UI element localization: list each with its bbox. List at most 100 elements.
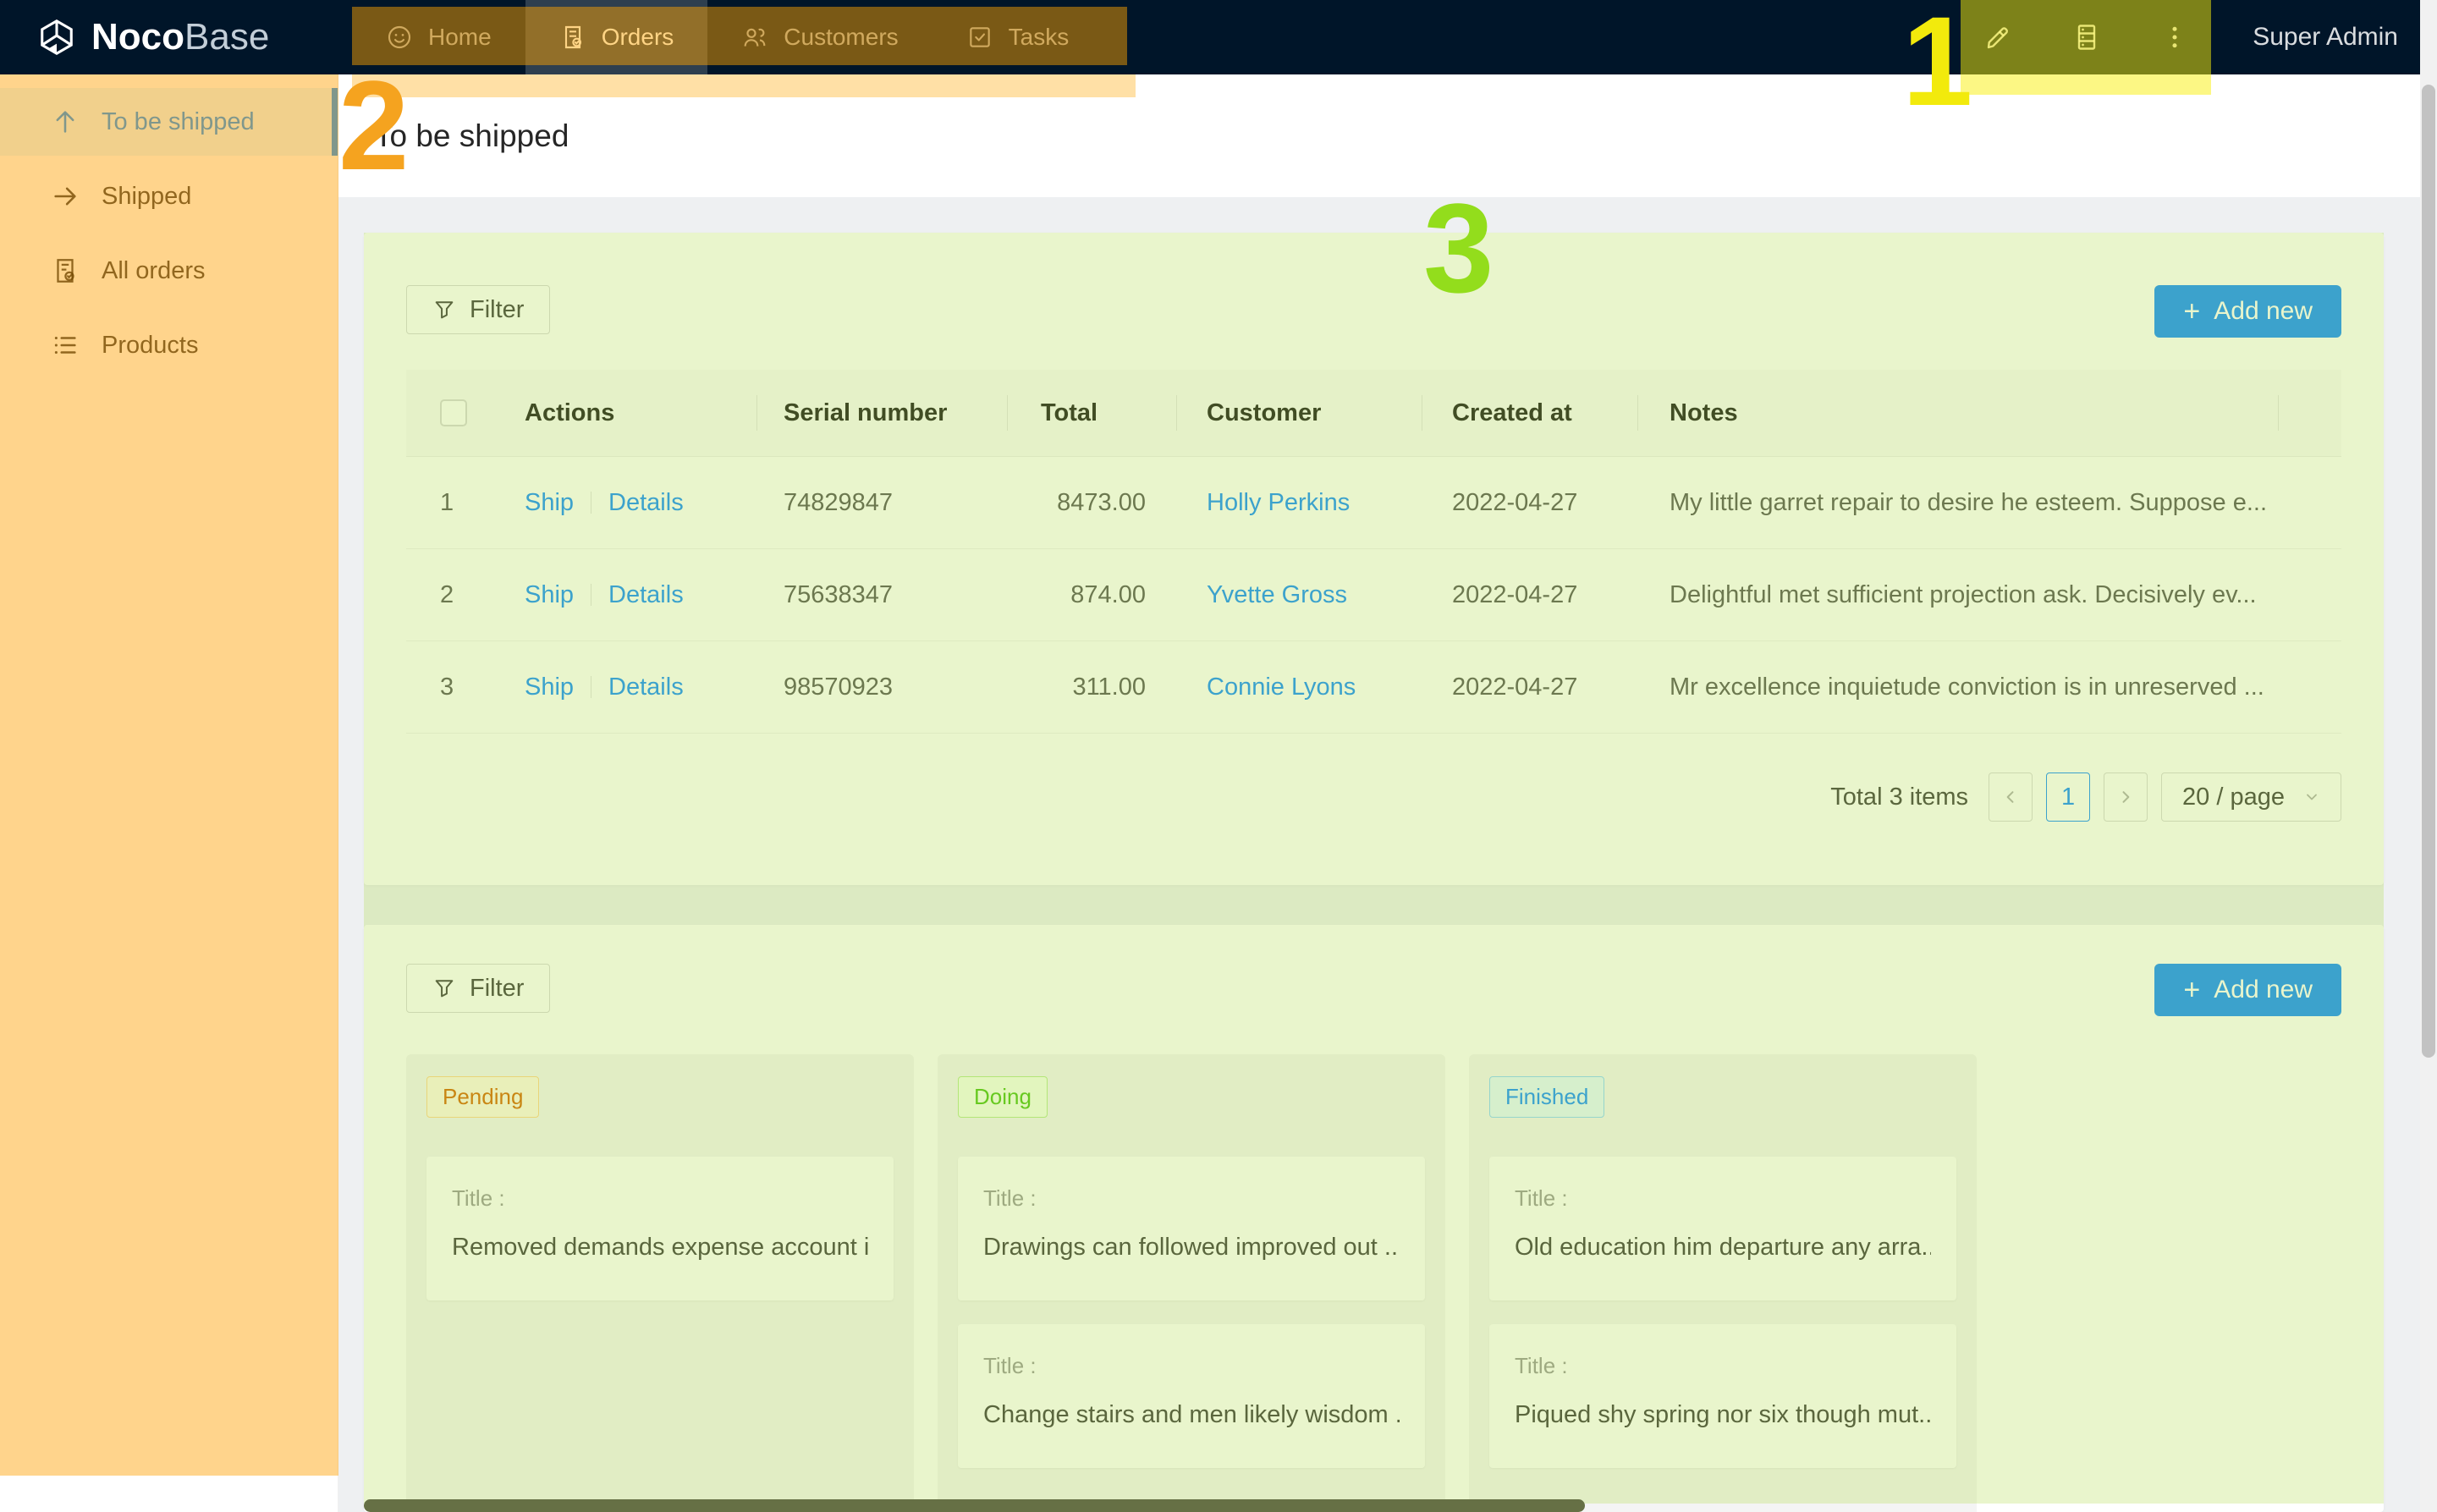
notes-cell: My little garret repair to desire he est…	[1637, 489, 2278, 517]
sidebar-item-products[interactable]: Products	[0, 311, 338, 379]
kanban-card[interactable]: Title : Drawings can followed improved o…	[958, 1157, 1425, 1300]
add-new-button[interactable]: + Add new	[2154, 285, 2341, 338]
menu-label: Customers	[784, 24, 898, 51]
sidebar-item-label: To be shipped	[102, 108, 255, 136]
col-header-created-at: Created at	[1422, 370, 1637, 456]
card-field-label: Title :	[983, 1353, 1400, 1379]
smile-icon	[386, 24, 413, 51]
col-header-customer: Customer	[1176, 370, 1422, 456]
kanban-column-pending: Pending Title : Removed demands expense …	[406, 1054, 914, 1512]
logo-text-noco: Noco	[91, 16, 184, 58]
customer-link[interactable]: Holly Perkins	[1207, 489, 1350, 516]
database-icon[interactable]	[2043, 0, 2131, 74]
card-title: Old education him departure any arra...	[1515, 1234, 1931, 1262]
main-menu: Home Orders Customers Tasks	[352, 0, 1103, 74]
menu-item-orders[interactable]: Orders	[525, 0, 708, 74]
card-field-label: Title :	[1515, 1185, 1931, 1212]
main-area: To be shipped Filter + Add new	[338, 74, 2420, 1512]
col-header-actions: Actions	[508, 370, 756, 456]
vertical-scrollbar[interactable]	[2420, 0, 2437, 1512]
card-field-label: Title :	[1515, 1353, 1931, 1379]
table-row: 1 Ship Details 74829847 8473.00 Holly Pe…	[406, 457, 2341, 549]
sidebar-item-label: Products	[102, 332, 198, 360]
menu-label: Orders	[602, 24, 674, 51]
status-badge: Finished	[1489, 1076, 1604, 1118]
ui-editor-highlighter-icon[interactable]	[1955, 0, 2043, 74]
details-link[interactable]: Details	[608, 674, 684, 701]
nocobase-logo-icon	[37, 18, 76, 57]
vertical-scrollbar-thumb[interactable]	[2422, 85, 2435, 1058]
orders-table-block: Filter + Add new Actions Serial number T…	[364, 233, 2384, 885]
plus-icon: +	[2183, 297, 2200, 326]
col-header-notes: Notes	[1637, 370, 2278, 456]
notes-cell: Delightful met sufficient projection ask…	[1637, 581, 2278, 609]
logo-text-base: Base	[184, 16, 269, 58]
logo[interactable]: NocoBase	[0, 0, 352, 74]
sidebar-item-to-be-shipped[interactable]: To be shipped	[0, 88, 338, 156]
ship-link[interactable]: Ship	[525, 674, 574, 701]
ship-link[interactable]: Ship	[525, 581, 574, 609]
card-title: Piqued shy spring nor six though mut...	[1515, 1401, 1931, 1429]
table-row: 3 Ship Details 98570923 311.00 Connie Ly…	[406, 641, 2341, 734]
details-link[interactable]: Details	[608, 489, 684, 517]
kanban-card[interactable]: Title : Old education him departure any …	[1489, 1157, 1956, 1300]
people-icon	[741, 24, 768, 51]
filter-button[interactable]: Filter	[406, 285, 550, 334]
notes-cell: Mr excellence inquietude conviction is i…	[1637, 674, 2278, 701]
details-link[interactable]: Details	[608, 581, 684, 609]
menu-label: Home	[428, 24, 492, 51]
ship-link[interactable]: Ship	[525, 489, 574, 517]
next-page-button[interactable]	[2104, 772, 2148, 822]
plus-icon: +	[2183, 976, 2200, 1004]
prev-page-button[interactable]	[1989, 772, 2033, 822]
user-menu[interactable]: Super Admin	[2253, 23, 2398, 52]
row-index: 3	[406, 674, 508, 701]
navbar-right: Super Admin	[1955, 0, 2437, 74]
funnel-icon	[432, 298, 456, 322]
chevron-down-icon	[2303, 789, 2320, 805]
sidebar-item-label: All orders	[102, 257, 206, 285]
orders-table: Actions Serial number Total Customer Cre…	[406, 370, 2341, 734]
page-size-select[interactable]: 20 / page	[2161, 772, 2341, 822]
arrow-right-icon	[51, 182, 80, 211]
card-field-label: Title :	[452, 1185, 868, 1212]
menu-item-home[interactable]: Home	[352, 0, 525, 74]
orders-toolbar: Filter + Add new	[406, 285, 2341, 338]
kanban-card[interactable]: Title : Change stairs and men likely wis…	[958, 1324, 1425, 1468]
card-field-label: Title :	[983, 1185, 1400, 1212]
page-title: To be shipped	[374, 118, 569, 154]
order-document-icon	[559, 24, 586, 51]
menu-item-tasks[interactable]: Tasks	[932, 0, 1103, 74]
customer-link[interactable]: Connie Lyons	[1207, 674, 1356, 701]
status-badge: Doing	[958, 1076, 1048, 1118]
kanban-board: Pending Title : Removed demands expense …	[406, 1054, 2341, 1512]
total-cell: 8473.00	[1007, 489, 1176, 517]
kanban-card[interactable]: Title : Piqued shy spring nor six though…	[1489, 1324, 1956, 1468]
serial-cell: 75638347	[756, 581, 1007, 609]
table-row: 2 Ship Details 75638347 874.00 Yvette Gr…	[406, 549, 2341, 641]
list-icon	[51, 331, 80, 360]
row-index: 2	[406, 581, 508, 609]
customer-link[interactable]: Yvette Gross	[1207, 581, 1347, 608]
menu-item-customers[interactable]: Customers	[707, 0, 932, 74]
select-all-checkbox[interactable]	[440, 399, 467, 426]
card-title: Change stairs and men likely wisdom ...	[983, 1401, 1400, 1429]
document-check-icon	[51, 256, 80, 285]
card-title: Removed demands expense account i...	[452, 1234, 868, 1262]
sidebar-item-shipped[interactable]: Shipped	[0, 162, 338, 230]
sidebar-item-label: Shipped	[102, 183, 191, 211]
serial-cell: 74829847	[756, 489, 1007, 517]
kanban-card[interactable]: Title : Removed demands expense account …	[426, 1157, 894, 1300]
page-header: To be shipped	[338, 74, 2420, 197]
pagination-total: Total 3 items	[1830, 783, 1968, 811]
created-at-cell: 2022-04-27	[1422, 489, 1637, 517]
horizontal-scrollbar-thumb[interactable]	[364, 1499, 1585, 1512]
status-badge: Pending	[426, 1076, 539, 1118]
filter-button[interactable]: Filter	[406, 964, 550, 1013]
sidebar-item-all-orders[interactable]: All orders	[0, 237, 338, 305]
page-number-current[interactable]: 1	[2046, 772, 2090, 822]
left-sidebar: To be shipped Shipped All orders Product…	[0, 74, 338, 1512]
add-new-button[interactable]: + Add new	[2154, 964, 2341, 1016]
kebab-menu-icon[interactable]	[2131, 0, 2219, 74]
tasks-kanban-block: Filter + Add new Pending Title : Removed…	[364, 925, 2384, 1512]
